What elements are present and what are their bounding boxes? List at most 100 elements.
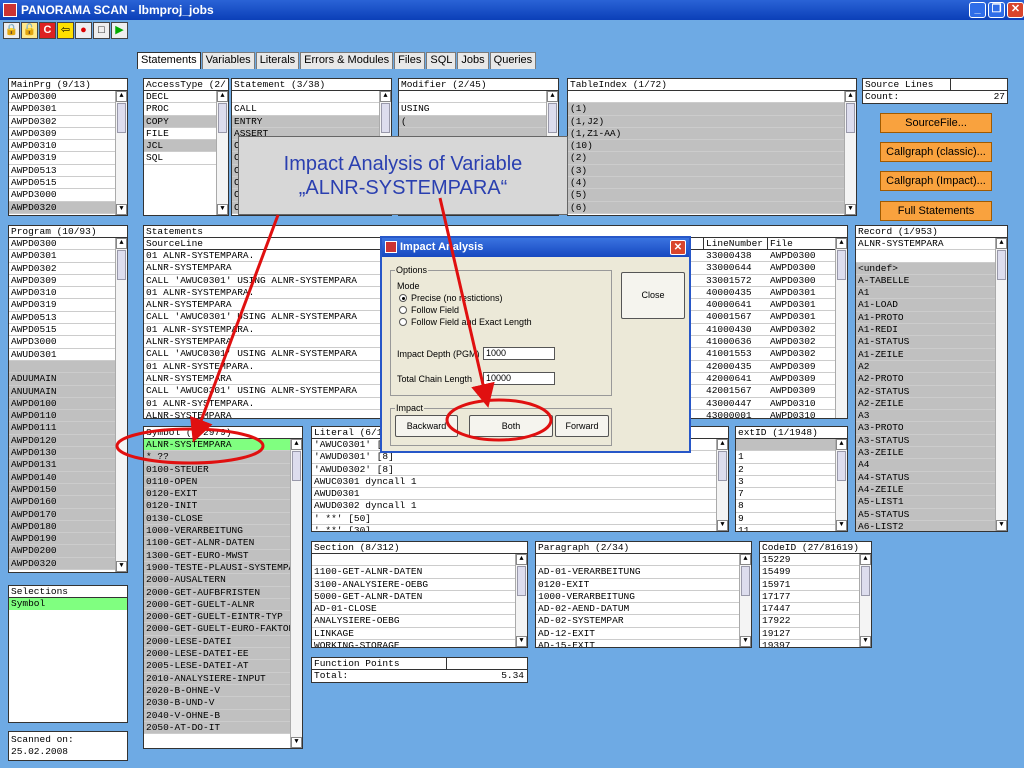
list-item[interactable]: 11 — [736, 525, 847, 531]
scrollbar[interactable]: ▲▼ — [115, 238, 127, 572]
list-item[interactable]: 2 — [736, 464, 847, 476]
list-item[interactable]: AWPD0200 — [9, 545, 127, 558]
record-icon[interactable]: ● — [75, 22, 92, 39]
list-item[interactable]: A2-PROTO — [856, 373, 1007, 386]
scroll-up-icon[interactable]: ▲ — [860, 554, 871, 565]
list-item[interactable]: A2-STATUS — [856, 385, 1007, 398]
radio-unchecked-icon[interactable] — [399, 306, 407, 314]
list-item[interactable]: A-TABELLE — [856, 274, 1007, 288]
list-item[interactable]: (6) — [568, 201, 856, 214]
list-item[interactable]: AD-12-EXIT — [536, 628, 751, 641]
list-item[interactable]: 2020-B-OHNE-V — [144, 684, 302, 698]
list-item[interactable]: A3-ZEILE — [856, 447, 1007, 460]
radio-follow-exact[interactable]: Follow Field and Exact Length — [399, 317, 532, 327]
list-item[interactable]: 2000-GET-GUELT-ALNR — [144, 598, 302, 612]
tableindex-list[interactable]: TableIndex (1/72) (1) (1,J2) (1,Z1-AA) (10)(… — [567, 78, 857, 216]
scroll-down-icon[interactable]: ▼ — [116, 561, 127, 572]
list-item[interactable]: AWPD0150 — [9, 483, 127, 497]
list-item[interactable]: AWUD0301 — [312, 488, 728, 501]
list-item[interactable]: ( — [399, 115, 558, 128]
list-item[interactable]: AD-02-SYSTEMPAR — [536, 615, 751, 628]
list-item[interactable] — [536, 554, 751, 567]
unlock-icon[interactable]: 🔓 — [21, 22, 38, 39]
tab-queries[interactable]: Queries — [489, 52, 537, 69]
list-item[interactable]: ' **' [50] — [312, 513, 728, 526]
list-item[interactable]: 2010-ANALYSIERE-INPUT — [144, 672, 302, 685]
list-item[interactable] — [399, 91, 558, 104]
list-item[interactable]: 15229 — [760, 554, 871, 567]
tab-jobs[interactable]: Jobs — [457, 52, 489, 69]
list-item[interactable] — [568, 91, 856, 104]
list-item[interactable]: ADUUMAIN — [9, 373, 127, 386]
list-item[interactable]: (4) — [568, 177, 856, 190]
list-item[interactable]: A5-STATUS — [856, 508, 1007, 521]
both-button[interactable]: Both — [469, 415, 553, 437]
list-item[interactable]: AWPD0320 — [9, 557, 127, 571]
list-item[interactable]: USING — [399, 103, 558, 116]
list-item[interactable]: AWPD0300 — [9, 238, 127, 251]
impact-depth-input[interactable]: 1000 — [483, 347, 555, 360]
list-item[interactable]: 2005-LESE-DATEI-AT — [144, 660, 302, 673]
list-item[interactable]: AWPD0130 — [9, 447, 127, 460]
list-item[interactable]: AWPD0302 — [9, 116, 127, 128]
list-item[interactable]: 17177 — [760, 591, 871, 604]
list-item[interactable]: 15499 — [760, 566, 871, 579]
list-item[interactable]: 1900-TESTE-PLAUSI-SYSTEMPA — [144, 561, 302, 575]
list-item[interactable]: A6-LIST2 — [856, 520, 1007, 531]
scroll-thumb[interactable] — [837, 451, 846, 481]
scrollbar[interactable]: ▲▼ — [515, 554, 527, 647]
scroll-thumb[interactable] — [718, 451, 727, 481]
mainprg-list[interactable]: MainPrg (9/13) AWPD0300 AWPD0301 AWPD0302 AW… — [8, 78, 128, 216]
list-item[interactable]: AWPD0301 — [9, 250, 127, 263]
list-item[interactable]: 2000-LESE-DATEI-EE — [144, 648, 302, 661]
forward-button[interactable]: Forward — [555, 415, 609, 437]
list-item[interactable]: 2000-GET-GUELT-EURO-FAKTOR — [144, 623, 302, 636]
list-item[interactable]: AD-01-VERARBEITUNG — [536, 566, 751, 579]
scroll-up-icon[interactable]: ▲ — [836, 439, 847, 450]
full-statements-button[interactable]: Full Statements — [880, 201, 992, 221]
lock-icon[interactable]: 🔒 — [3, 22, 20, 39]
scroll-down-icon[interactable]: ▼ — [740, 636, 751, 647]
list-item[interactable]: A1-PROTO — [856, 311, 1007, 325]
list-item[interactable]: 0120-INIT — [144, 500, 302, 513]
scroll-thumb[interactable] — [846, 103, 855, 133]
list-item[interactable]: ALNR-SYSTEMPARA — [856, 238, 1007, 251]
list-item[interactable] — [736, 439, 847, 452]
callgraph-impact-button[interactable]: Callgraph (Impact)... — [880, 171, 992, 191]
list-item[interactable]: 2040-V-OHNE-B — [144, 709, 302, 722]
dialog-close-icon[interactable]: ✕ — [670, 240, 686, 255]
list-item[interactable]: <undef> — [856, 262, 1007, 275]
scroll-down-icon[interactable]: ▼ — [836, 520, 847, 531]
list-item[interactable]: A2-ZEILE — [856, 397, 1007, 411]
list-item[interactable] — [312, 554, 527, 567]
list-item[interactable]: 'AWUD0302' [8] — [312, 464, 728, 476]
scroll-up-icon[interactable]: ▲ — [380, 91, 391, 102]
list-item[interactable]: LINKAGE — [312, 628, 527, 641]
scroll-up-icon[interactable]: ▲ — [516, 554, 527, 565]
scrollbar[interactable]: ▲▼ — [844, 91, 856, 215]
list-item[interactable]: A3 — [856, 410, 1007, 423]
scroll-thumb[interactable] — [381, 103, 390, 133]
list-item[interactable]: AWUC0301 dyncall 1 — [312, 476, 728, 489]
list-item[interactable]: AWUD0301 — [9, 349, 127, 361]
scroll-up-icon[interactable]: ▲ — [717, 439, 728, 450]
close-window-button[interactable]: ✕ — [1007, 2, 1024, 18]
list-item[interactable]: A4 — [856, 459, 1007, 472]
list-item[interactable]: 2000-GET-AUFBFRISTEN — [144, 586, 302, 599]
list-item[interactable]: AWPD0320 — [9, 201, 127, 214]
scrollbar[interactable]: ▲▼ — [739, 554, 751, 647]
list-item[interactable]: 17922 — [760, 615, 871, 628]
stop-icon[interactable]: □ — [93, 22, 110, 39]
sourcefile-button[interactable]: SourceFile... — [880, 113, 992, 133]
scroll-up-icon[interactable]: ▲ — [740, 554, 751, 565]
list-item[interactable]: (1,Z1-AA) — [568, 127, 856, 141]
list-item[interactable]: 2000-GET-GUELT-EINTR-TYP — [144, 611, 302, 624]
list-item[interactable]: AWPD0120 — [9, 434, 127, 448]
list-item[interactable]: A1-STATUS — [856, 336, 1007, 349]
section-list[interactable]: Section (8/312) 1100-GET-ALNR-DATEN 3100-A… — [311, 541, 528, 648]
list-item[interactable]: AWUD0302 dyncall 1 — [312, 500, 728, 513]
list-item[interactable]: 7 — [736, 488, 847, 501]
list-item[interactable]: ANUUMAIN — [9, 385, 127, 398]
list-item[interactable]: (2) — [568, 152, 856, 165]
list-item[interactable]: 0130-CLOSE — [144, 512, 302, 526]
